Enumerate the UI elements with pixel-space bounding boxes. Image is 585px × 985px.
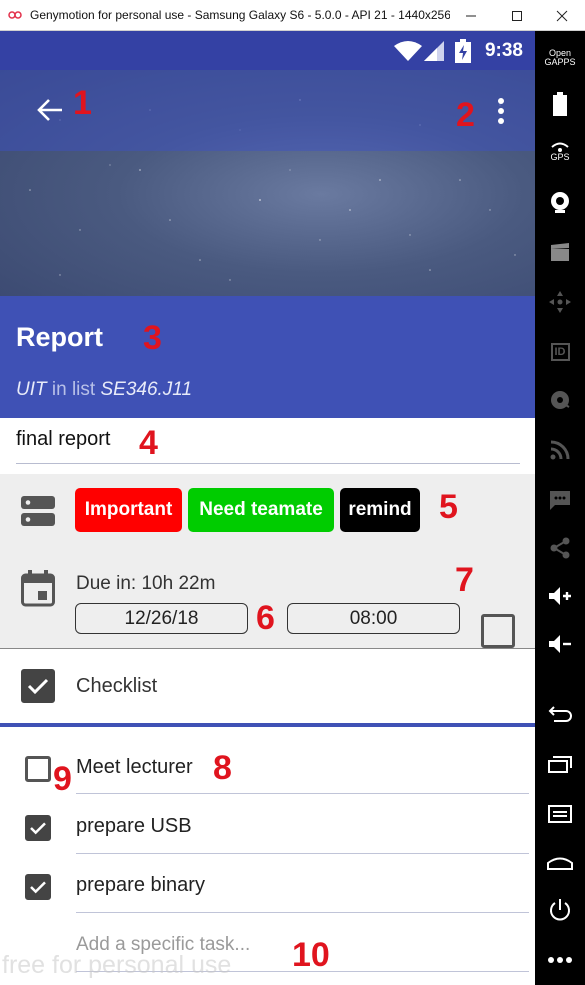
checklist-header: Checklist: [0, 649, 535, 723]
status-time: 9:38: [484, 40, 523, 61]
identifiers-button[interactable]: ID: [535, 327, 585, 377]
dpad-button[interactable]: [535, 277, 585, 327]
checklist-item-label-1[interactable]: Meet lecturer: [76, 756, 193, 779]
annotation-7: 7: [455, 561, 474, 599]
network-button[interactable]: [535, 425, 585, 475]
battery-charging-icon: [455, 39, 471, 63]
task-title[interactable]: Report: [16, 322, 103, 353]
checklist-item-divider-1: [76, 793, 529, 794]
annotation-8: 8: [213, 749, 232, 787]
recent-apps-button[interactable]: [535, 739, 585, 789]
recent-apps-icon: [548, 756, 572, 773]
checkmark-icon: [27, 678, 49, 695]
menu-button[interactable]: [535, 789, 585, 839]
close-icon: [556, 10, 568, 21]
checklist-item-checkbox-3[interactable]: [25, 874, 51, 900]
menu-icon: [548, 805, 572, 823]
checklist-item-divider-2: [76, 853, 529, 854]
checklist-item-label-3[interactable]: prepare binary: [76, 874, 205, 897]
maximize-button[interactable]: [494, 0, 540, 31]
screencast-button[interactable]: [535, 227, 585, 277]
home-button[interactable]: [535, 837, 585, 887]
more-horizontal-icon: [548, 957, 572, 963]
checklist-item-divider-3: [76, 912, 529, 913]
wifi-signal-icon: [551, 142, 569, 152]
volume-up-icon: [549, 587, 571, 605]
genymotion-logo-icon: [8, 11, 22, 19]
watermark-text: free for personal use: [2, 951, 232, 979]
window-titlebar: Genymotion for personal use - Samsung Ga…: [0, 0, 585, 31]
sms-icon: [550, 491, 570, 510]
gps-button[interactable]: GPS: [535, 127, 585, 177]
task-complete-checkbox[interactable]: [481, 614, 515, 648]
emulator-sidebar: Open GAPPS GPS ID: [535, 31, 585, 985]
clapperboard-icon: [551, 243, 569, 261]
volume-down-button[interactable]: [535, 619, 585, 669]
annotation-2: 2: [456, 96, 475, 134]
calendar-icon: [21, 570, 55, 607]
task-note-field[interactable]: final report: [16, 428, 111, 451]
webcam-icon: [551, 192, 569, 213]
rss-icon: [550, 440, 570, 460]
checklist-divider: [0, 723, 535, 727]
due-time-button[interactable]: 08:00: [287, 603, 460, 634]
tag-need-teamate[interactable]: Need teamate: [188, 488, 334, 532]
window-title: Genymotion for personal use - Samsung Ga…: [30, 8, 450, 22]
more-options-icon[interactable]: [496, 97, 506, 125]
annotation-1: 1: [73, 84, 92, 122]
close-button[interactable]: [539, 0, 585, 31]
due-date-button[interactable]: 12/26/18: [75, 603, 248, 634]
checklist-label: Checklist: [76, 675, 158, 697]
phone-sms-button[interactable]: [535, 475, 585, 525]
power-button[interactable]: [535, 885, 585, 935]
gps-label: GPS: [550, 152, 570, 162]
volume-up-button[interactable]: [535, 571, 585, 621]
task-owner: UIT: [16, 379, 47, 400]
tag-remind[interactable]: remind: [340, 488, 420, 532]
disk-icon: [551, 391, 570, 409]
webcam-button[interactable]: [535, 177, 585, 227]
checkmark-icon: [30, 881, 46, 894]
in-list-text: in list: [51, 379, 96, 400]
annotation-4: 4: [139, 424, 158, 462]
due-in-text: Due in: 10h 22m: [76, 573, 216, 594]
more-button[interactable]: [535, 935, 585, 985]
task-title-area: Report UIT in list SE346.J11: [0, 296, 535, 418]
back-arrow-icon[interactable]: [36, 98, 64, 122]
power-icon: [550, 899, 570, 921]
annotation-6: 6: [256, 599, 275, 637]
annotation-9: 9: [53, 760, 72, 798]
checklist-item-checkbox-1[interactable]: [25, 756, 51, 782]
back-icon: [548, 706, 572, 722]
checkmark-icon: [30, 822, 46, 835]
annotation-10: 10: [292, 936, 330, 974]
dpad-icon: [549, 291, 571, 313]
android-back-button[interactable]: [535, 689, 585, 739]
task-subtitle: UIT in list SE346.J11: [16, 379, 192, 401]
status-bar: 9:38: [0, 31, 535, 70]
minimize-icon: [466, 15, 476, 16]
volume-down-icon: [549, 635, 571, 653]
checklist-toggle-checkbox[interactable]: [21, 669, 55, 703]
battery-icon: [553, 92, 567, 116]
checklist-item-label-2[interactable]: prepare USB: [76, 815, 192, 838]
home-icon: [547, 857, 573, 870]
disk-io-button[interactable]: [535, 375, 585, 425]
wifi-icon: [394, 41, 422, 61]
share-button[interactable]: [535, 523, 585, 573]
annotation-5: 5: [439, 488, 458, 526]
task-list-name[interactable]: SE346.J11: [100, 379, 192, 400]
id-icon: ID: [550, 343, 570, 361]
note-underline: [16, 463, 520, 464]
tag-important[interactable]: Important: [75, 488, 182, 532]
share-icon: [550, 537, 570, 559]
tags-icon: [21, 496, 55, 526]
annotation-3: 3: [143, 319, 162, 357]
maximize-icon: [512, 10, 522, 21]
battery-button[interactable]: [535, 79, 585, 129]
open-gapps-button[interactable]: Open GAPPS: [535, 33, 585, 83]
minimize-button[interactable]: [448, 0, 494, 31]
checklist-item-checkbox-2[interactable]: [25, 815, 51, 841]
signal-icon: [424, 41, 444, 61]
